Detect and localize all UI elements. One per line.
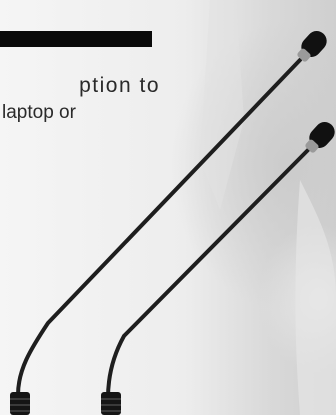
caption-line-1: ption to bbox=[79, 74, 160, 97]
microphone-left-base bbox=[10, 392, 30, 415]
microphone-right-base bbox=[101, 392, 121, 415]
caption-text: ption to laptop or bbox=[0, 72, 160, 126]
black-bar bbox=[0, 31, 152, 47]
caption-line-2: laptop or bbox=[2, 102, 76, 123]
photo-background bbox=[0, 0, 336, 415]
